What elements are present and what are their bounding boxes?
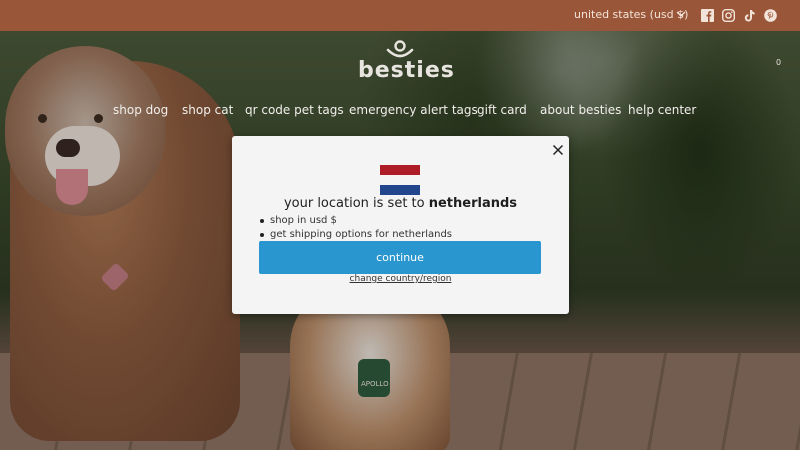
nav-shop-dog[interactable]: shop dog bbox=[113, 103, 168, 117]
top-bar: united states (usd $) bbox=[0, 0, 800, 31]
flag-stripe-white bbox=[380, 175, 420, 185]
headline-prefix: your location is set to bbox=[283, 196, 429, 211]
flag-stripe-red bbox=[380, 165, 420, 175]
nav-emergency-alert-tags[interactable]: emergency alert tags bbox=[349, 103, 478, 117]
nav-qr-code-pet-tags[interactable]: qr code pet tags bbox=[245, 103, 344, 117]
chevron-down-icon[interactable] bbox=[676, 9, 686, 19]
cart-count[interactable]: 0 bbox=[776, 58, 781, 67]
pinterest-icon[interactable] bbox=[764, 9, 777, 22]
headline-country: netherlands bbox=[428, 196, 518, 211]
nav-gift-card[interactable]: gift card bbox=[477, 103, 527, 117]
nav-help-center[interactable]: help center bbox=[628, 103, 696, 117]
location-modal: your location is set to netherlands shop… bbox=[232, 136, 569, 314]
change-country-link[interactable]: change country/region bbox=[232, 274, 569, 284]
facebook-icon[interactable] bbox=[701, 9, 714, 22]
nav-shop-cat[interactable]: shop cat bbox=[182, 103, 233, 117]
tiktok-icon[interactable] bbox=[743, 9, 756, 22]
nav-about-besties[interactable]: about besties bbox=[540, 103, 621, 117]
flag-stripe-blue bbox=[380, 185, 420, 195]
modal-bullets: shop in usd $ get shipping options for n… bbox=[259, 214, 452, 242]
site-logo[interactable]: besties bbox=[358, 58, 454, 83]
instagram-icon[interactable] bbox=[722, 9, 735, 22]
bullet-shipping: get shipping options for netherlands bbox=[259, 228, 452, 242]
modal-headline: your location is set to netherlands bbox=[232, 196, 569, 211]
currency-selector[interactable]: united states (usd $) bbox=[574, 8, 688, 21]
close-icon[interactable] bbox=[552, 144, 564, 156]
continue-button[interactable]: continue bbox=[259, 241, 541, 274]
bullet-currency: shop in usd $ bbox=[259, 214, 452, 228]
netherlands-flag-icon bbox=[380, 165, 420, 195]
